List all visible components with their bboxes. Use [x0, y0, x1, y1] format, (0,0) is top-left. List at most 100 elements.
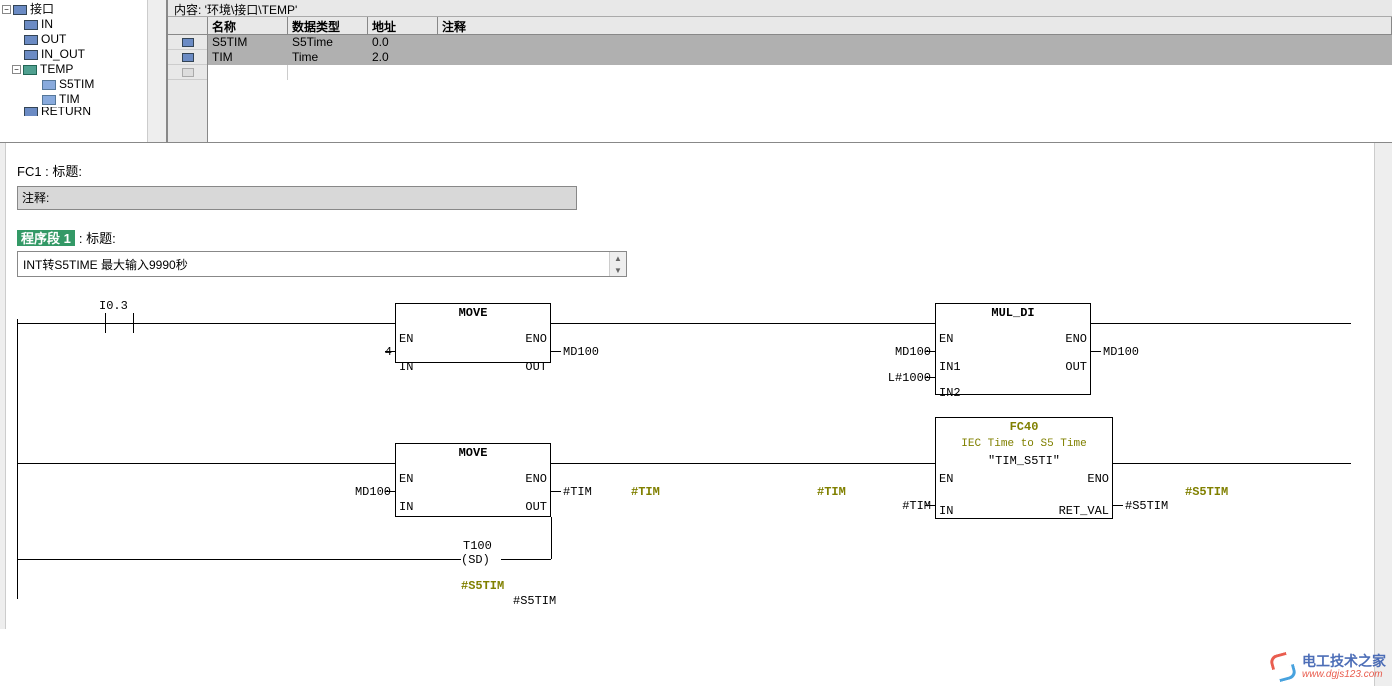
- watermark-text: 电工技术之家: [1302, 654, 1386, 669]
- wire: [1091, 351, 1101, 352]
- block-name: FC40: [936, 418, 1112, 436]
- wire: [551, 351, 561, 352]
- col-addr[interactable]: 地址: [368, 17, 438, 34]
- folder-icon: [24, 35, 38, 45]
- tree-panel: − 接口 IN OUT IN_OUT −: [0, 0, 168, 142]
- contact-label: I0.3: [99, 299, 128, 313]
- io-value: L#1000: [873, 371, 931, 385]
- tree-root-label: 接口: [30, 2, 54, 17]
- segment-comment-input[interactable]: [17, 251, 627, 277]
- folder-icon: [24, 50, 38, 60]
- interface-icon: [13, 5, 27, 15]
- table-row[interactable]: TIM Time 2.0: [208, 50, 1392, 65]
- wire: [1113, 505, 1123, 506]
- display-value: #TIM: [631, 485, 660, 499]
- watermark: 电工技术之家 www.dgjs123.com: [1270, 654, 1386, 680]
- segment-header[interactable]: 程序段 1 : 标题:: [17, 228, 1392, 247]
- wire: [17, 323, 105, 324]
- table-row-empty[interactable]: [208, 65, 1392, 80]
- folder-icon: [24, 107, 38, 116]
- watermark-icon: [1270, 654, 1296, 680]
- tree-item-inout[interactable]: IN_OUT: [2, 47, 164, 62]
- folder-icon: [24, 20, 38, 30]
- var-icon: [42, 80, 56, 90]
- scrollbar-vertical[interactable]: ▲▼: [609, 252, 626, 276]
- io-value: 4: [377, 345, 392, 359]
- timer-name: T100: [463, 539, 492, 553]
- top-panel: − 接口 IN OUT IN_OUT −: [0, 0, 1392, 143]
- fc-comment-box[interactable]: 注释:: [17, 186, 577, 210]
- row-icon: [182, 53, 194, 62]
- wire: [551, 463, 935, 464]
- segment-title-label: : 标题:: [79, 228, 116, 247]
- block-muldi[interactable]: MUL_DI EN ENO IN1 OUT IN2: [935, 303, 1091, 395]
- wire: [385, 351, 395, 352]
- row-markers: [168, 17, 208, 142]
- tree-item-temp[interactable]: − TEMP: [2, 62, 164, 77]
- row-icon: [182, 68, 194, 77]
- segment-badge: 程序段 1: [17, 230, 75, 246]
- tree-item-return[interactable]: RETURN: [2, 107, 164, 116]
- col-name[interactable]: 名称: [208, 17, 288, 34]
- wire: [925, 351, 935, 352]
- block-move[interactable]: MOVE EN ENO IN OUT: [395, 303, 551, 363]
- row-marker[interactable]: [168, 50, 207, 65]
- col-type[interactable]: 数据类型: [288, 17, 368, 34]
- block-title: MOVE: [396, 444, 550, 462]
- wire: [551, 323, 935, 324]
- ladder-editor: FC1 : 标题: 注释: 程序段 1 : 标题: ▲▼ I0.3 MOVE E…: [0, 143, 1392, 629]
- scrollbar-vertical[interactable]: [1374, 143, 1392, 686]
- wire: [1091, 323, 1351, 324]
- wire: [925, 463, 935, 464]
- declaration-panel: 内容: '环境\接口\TEMP' 名称 数据类型 地址 注释 S5TIM: [168, 0, 1392, 142]
- table-header: 名称 数据类型 地址 注释: [208, 17, 1392, 35]
- io-value: MD100: [883, 345, 931, 359]
- wire: [925, 377, 935, 378]
- wire: [551, 491, 561, 492]
- io-value: MD100: [563, 345, 599, 359]
- col-comment[interactable]: 注释: [438, 17, 1392, 34]
- io-value: MD100: [343, 485, 391, 499]
- folder-icon: [23, 65, 37, 75]
- wire: [925, 505, 935, 506]
- io-value: #TIM: [563, 485, 592, 499]
- display-value: #TIM: [817, 485, 846, 499]
- power-rail: [17, 319, 18, 599]
- tree-item-s5tim[interactable]: S5TIM: [2, 77, 164, 92]
- display-value: #S5TIM: [461, 579, 504, 593]
- tree-item-in[interactable]: IN: [2, 17, 164, 32]
- block-title: MUL_DI: [936, 304, 1090, 322]
- fc-title[interactable]: FC1 : 标题:: [17, 161, 1392, 180]
- ladder-diagram[interactable]: I0.3 MOVE EN ENO IN OUT 4 MD100 MUL_DI E…: [17, 289, 1357, 629]
- var-icon: [42, 95, 56, 105]
- wire: [551, 517, 552, 559]
- block-fc40[interactable]: FC40 IEC Time to S5 Time "TIM_S5TI" EN E…: [935, 417, 1113, 519]
- content-path-header: 内容: '环境\接口\TEMP': [168, 0, 1392, 17]
- io-value: MD100: [1103, 345, 1139, 359]
- wire: [133, 323, 395, 324]
- block-desc: IEC Time to S5 Time: [936, 436, 1112, 452]
- io-value: #TIM: [893, 499, 931, 513]
- wire: [501, 559, 551, 560]
- watermark-url: www.dgjs123.com: [1302, 669, 1386, 680]
- row-icon: [182, 38, 194, 47]
- row-marker-empty[interactable]: [168, 65, 207, 80]
- row-marker[interactable]: [168, 35, 207, 50]
- tree-root[interactable]: − 接口: [2, 2, 164, 17]
- wire: [17, 559, 461, 560]
- io-value: #S5TIM: [1125, 499, 1168, 513]
- wire: [105, 323, 133, 324]
- tree-item-tim[interactable]: TIM: [2, 92, 164, 107]
- display-value: #S5TIM: [1185, 485, 1228, 499]
- wire: [1113, 463, 1351, 464]
- collapse-icon[interactable]: −: [2, 5, 11, 14]
- block-inst: "TIM_S5TI": [936, 452, 1112, 470]
- table-row[interactable]: S5TIM S5Time 0.0: [208, 35, 1392, 50]
- collapse-icon[interactable]: −: [12, 65, 21, 74]
- io-value: #S5TIM: [513, 594, 556, 608]
- block-title: MOVE: [396, 304, 550, 322]
- wire: [17, 463, 395, 464]
- tree-item-out[interactable]: OUT: [2, 32, 164, 47]
- block-move[interactable]: MOVE EN ENO IN OUT: [395, 443, 551, 517]
- timer-type: (SD): [461, 553, 490, 567]
